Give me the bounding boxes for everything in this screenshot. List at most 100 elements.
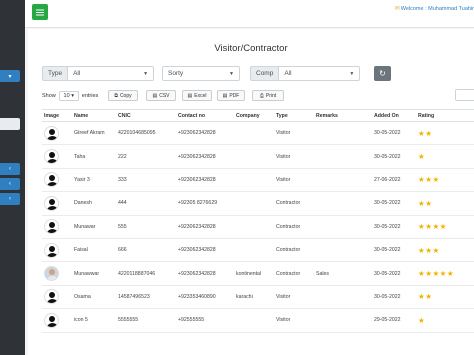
cell-cnic: 5555555 xyxy=(116,308,176,333)
cell-cnic: 333 xyxy=(116,168,176,193)
excel-button[interactable]: ▤ Excel xyxy=(182,90,212,101)
table-search-input[interactable] xyxy=(455,89,474,101)
print-button[interactable]: ⎙ Print xyxy=(252,90,284,101)
user-photo[interactable] xyxy=(44,266,59,282)
cell-image xyxy=(42,215,72,239)
table-length-control: Show 10 ▾ entries xyxy=(42,91,98,101)
welcome-user-link[interactable]: ✉Welcome : Muhammad Tuahir xyxy=(395,5,474,12)
cell-contact: +923062342828 xyxy=(176,144,234,169)
rating-stars-icon: ★★ xyxy=(418,128,433,138)
rating-stars-icon: ★★ xyxy=(418,292,433,302)
cell-type: Visitor xyxy=(274,308,314,333)
csv-button[interactable]: ▤ CSV xyxy=(146,90,176,101)
cell-company xyxy=(234,238,274,263)
rating-stars-icon: ★★★ xyxy=(418,245,440,255)
cell-remarks xyxy=(314,308,372,333)
type-select[interactable]: All ▼ xyxy=(67,66,155,81)
sidebar-expand-button-1[interactable]: ‹ xyxy=(0,163,20,175)
entries-length-select[interactable]: 10 ▾ xyxy=(58,91,79,101)
user-avatar-icon[interactable] xyxy=(44,125,59,141)
type-select-value: All xyxy=(73,70,81,77)
cell-company: karachi xyxy=(234,285,274,310)
entries-length-value: 10 xyxy=(63,93,70,99)
user-avatar-icon[interactable] xyxy=(44,289,59,305)
cell-contact: +923062342828 xyxy=(176,168,234,193)
chevron-down-icon: ▼ xyxy=(229,70,234,77)
chevron-down-icon: ▼ xyxy=(349,70,355,77)
table-row[interactable]: Danesh 444 +92305 8276629 Contractor 30-05-2… xyxy=(42,191,474,216)
user-avatar-icon[interactable] xyxy=(44,312,59,328)
cell-image xyxy=(42,144,72,169)
cell-contact: +923062342828 xyxy=(176,238,234,263)
table-row[interactable]: Yasir 3 333 +923062342828 Visitor 27-06-2022… xyxy=(42,168,474,193)
cell-name: Taha xyxy=(72,144,116,169)
hamburger-icon xyxy=(36,11,44,13)
chevron-down-icon: ▼ xyxy=(143,70,149,77)
table-row[interactable]: Osama 14587496523 +923353460890 karachi Visi… xyxy=(42,285,474,310)
table-row[interactable]: Faisal 666 +923062342828 Contractor 30-05-20… xyxy=(42,238,474,263)
column-header-contact[interactable]: Contact no xyxy=(176,109,234,122)
column-header-type[interactable]: Type xyxy=(274,109,314,122)
column-header-rating[interactable]: Rating xyxy=(416,109,474,122)
cell-contact: +923062342828 xyxy=(176,121,234,146)
cell-added-on: 30-05-2022 xyxy=(372,261,416,286)
user-avatar-icon[interactable] xyxy=(44,242,59,258)
sidebar-expand-button-2[interactable]: ‹ xyxy=(0,178,20,190)
column-header-name[interactable]: Name xyxy=(72,109,116,122)
sort-select[interactable]: Sorty ▼ xyxy=(162,66,240,81)
cell-cnic: 4220118887046 xyxy=(116,261,176,286)
cell-cnic: 14587496523 xyxy=(116,285,176,310)
cell-added-on: 30-05-2022 xyxy=(372,144,416,169)
user-avatar-icon[interactable] xyxy=(44,172,59,188)
cell-rating: ★★★ xyxy=(416,168,474,193)
column-header-added-on[interactable]: Added On xyxy=(372,109,416,122)
cell-rating: ★★ xyxy=(416,121,474,146)
visitor-table: Image Name CNIC Contact no Company Type … xyxy=(42,109,474,333)
top-header: ✉Welcome : Muhammad Tuahir xyxy=(25,0,474,28)
copy-icon: ⧉ xyxy=(114,92,118,99)
cell-image xyxy=(42,191,72,216)
user-avatar-icon[interactable] xyxy=(44,219,59,235)
show-label: Show xyxy=(42,93,56,99)
csv-button-label: CSV xyxy=(159,92,170,99)
comp-select[interactable]: All ▼ xyxy=(278,66,361,81)
table-row[interactable]: Munawwar 4220118887046 +923062342828 kontin… xyxy=(42,261,474,286)
cell-cnic: 555 xyxy=(116,215,176,239)
sidebar-expand-button-3[interactable]: ‹ xyxy=(0,193,20,205)
table-row[interactable]: Taha 222 +923062342828 Visitor 30-05-2022 ★ xyxy=(42,144,474,169)
sort-filter: Sorty ▼ xyxy=(162,66,240,81)
table-row[interactable]: icon 5 5555555 +92555555 Visitor 29-05-2022 ★ xyxy=(42,308,474,333)
cell-cnic: 222 xyxy=(116,144,176,169)
user-avatar-icon[interactable] xyxy=(44,149,59,165)
bell-icon[interactable]: ✉ xyxy=(395,6,400,12)
rating-stars-icon: ★★★ xyxy=(418,175,440,185)
table-row[interactable]: Gtreef Akram 4220104685095 +923062342828 Vi… xyxy=(42,121,474,146)
user-avatar-icon[interactable] xyxy=(44,195,59,211)
column-header-company[interactable]: Company xyxy=(234,109,274,122)
cell-company xyxy=(234,168,274,193)
refresh-button[interactable]: ↻ xyxy=(374,66,391,81)
cell-type: Contractor xyxy=(274,215,314,239)
pdf-button[interactable]: ▤ PDF xyxy=(217,90,245,101)
cell-added-on: 30-05-2022 xyxy=(372,215,416,239)
cell-type: Visitor xyxy=(274,285,314,310)
comp-select-value: All xyxy=(284,70,292,77)
column-header-cnic[interactable]: CNIC xyxy=(116,109,176,122)
comp-filter: Comp All ▼ xyxy=(250,66,361,81)
cell-added-on: 30-05-2022 xyxy=(372,121,416,146)
cell-contact: +923062342828 xyxy=(176,215,234,239)
cell-added-on: 30-05-2022 xyxy=(372,191,416,216)
sidebar-active-item[interactable] xyxy=(0,118,20,130)
column-header-remarks[interactable]: Remarks xyxy=(314,109,372,122)
cell-rating: ★★ xyxy=(416,285,474,310)
table-row[interactable]: Munawar 555 +923062342828 Contractor 30-05-2… xyxy=(42,215,474,239)
sidebar-toggle-button[interactable]: ▾ xyxy=(0,70,20,82)
copy-button[interactable]: ⧉ Copy xyxy=(108,90,138,101)
type-filter-label: Type xyxy=(42,66,68,81)
cell-name: Yasir 3 xyxy=(72,168,116,193)
cell-rating: ★★★★★ xyxy=(416,261,474,286)
column-header-image[interactable]: Image xyxy=(42,109,72,122)
cell-image xyxy=(42,285,72,310)
sidebar: ▾ ‹ ‹ ‹ xyxy=(0,0,25,355)
hamburger-menu-button[interactable] xyxy=(32,4,48,20)
